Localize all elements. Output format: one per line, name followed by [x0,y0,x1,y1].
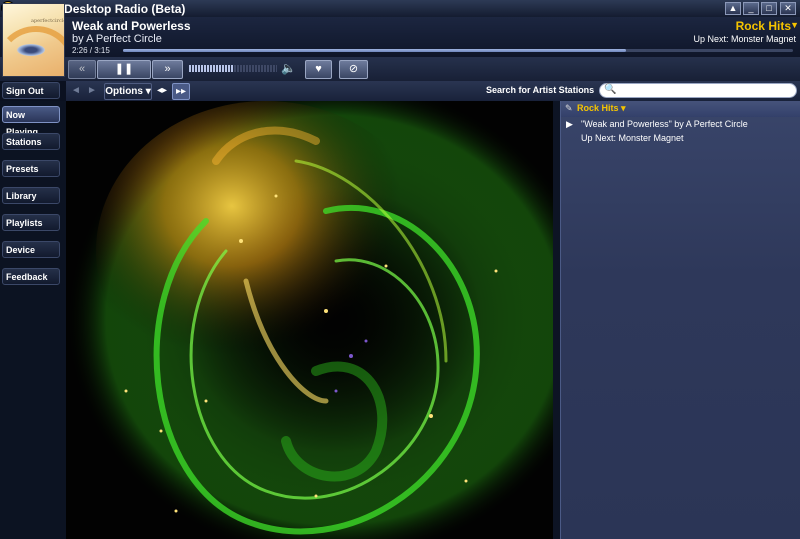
up-next-label: Up Next: Monster Magnet [693,34,796,44]
track-artist: by A Perfect Circle [72,33,162,45]
volume-icon[interactable]: 🔈 [281,61,296,75]
volume-bar-segment [189,65,191,72]
progress-bar[interactable] [123,49,793,52]
volume-bar-segment [258,65,260,72]
album-art: aperfectcircle [2,3,65,77]
up-next-item: Up Next: Monster Magnet [581,133,684,143]
volume-bar-segment [228,65,230,72]
current-track-item[interactable]: "Weak and Powerless" by A Perfect Circle [581,119,748,129]
forward-icon[interactable]: ► [86,83,98,98]
artist-search-input[interactable] [599,83,797,98]
volume-bar-segment [222,65,224,72]
sign-out-button[interactable]: Sign Out [2,82,60,99]
rewind-icon[interactable]: « [68,60,96,79]
volume-slider[interactable] [189,65,277,72]
chevron-down-icon[interactable]: ▼ [790,20,799,30]
volume-bar-segment [267,65,269,72]
volume-bar-segment [273,65,275,72]
track-title: Weak and Powerless [72,19,191,33]
volume-bar-segment [213,65,215,72]
station-tag-icon: ✎ [565,103,573,113]
volume-bar-segment [225,65,227,72]
search-icon: 🔍 [604,84,617,95]
volume-bar-segment [240,65,242,72]
volume-bar-segment [270,65,272,72]
volume-bar-segment [276,65,277,72]
nav-presets[interactable]: Presets [2,160,60,177]
pause-button[interactable]: ❚❚ [97,60,151,79]
volume-bar-segment [252,65,254,72]
volume-bar-segment [204,65,206,72]
back-icon[interactable]: ◄ [70,83,82,98]
volume-bar-segment [246,65,248,72]
volume-bar-segment [237,65,239,72]
nav-library[interactable]: Library [2,187,60,204]
sidebar: Now Playing Stations Presets Library Pla… [0,101,66,539]
collapse-icon[interactable]: ◂▸ [154,83,170,98]
options-menu[interactable]: Options ▾ [104,83,152,100]
nav-now-playing[interactable]: Now Playing [2,106,60,137]
panel-station-dropdown[interactable]: Rock Hits ▾ [577,103,626,114]
volume-bar-segment [219,65,221,72]
progress-fill [123,49,626,52]
playback-controls: « ❚❚ » 🔈 ♥ ⊘ [0,57,800,81]
minimize-button[interactable]: _ [743,2,759,15]
volume-bar-segment [210,65,212,72]
skip-button[interactable]: » [152,60,183,79]
nav-feedback[interactable]: Feedback [2,268,60,285]
playing-icon: ▶ [566,119,573,129]
close-button[interactable]: ✕ [780,2,796,15]
title-bar: Slacker Desktop Radio (Beta) ▲ _ □ ✕ [0,0,800,18]
volume-bar-segment [198,65,200,72]
nav-stations[interactable]: Stations [2,133,60,150]
expand-icon[interactable]: ▸▸ [172,83,190,100]
panel-splitter[interactable] [553,101,560,539]
volume-bar-segment [231,65,233,72]
heart-icon[interactable]: ♥ [305,60,332,79]
station-dropdown[interactable]: Rock Hits [736,19,791,33]
volume-bar-segment [201,65,203,72]
minimize-to-tray-button[interactable]: ▲ [725,2,741,15]
volume-bar-segment [192,65,194,72]
maximize-button[interactable]: □ [761,2,777,15]
volume-bar-segment [195,65,197,72]
volume-bar-segment [261,65,263,72]
volume-bar-segment [255,65,257,72]
sub-toolbar: ◄ ► Options ▾ ◂▸ ▸▸ Search for Artist St… [66,81,800,101]
volume-bar-segment [216,65,218,72]
visualizer-graphic [66,101,553,539]
volume-bar-segment [243,65,245,72]
nav-device[interactable]: Device [2,241,60,258]
playlist-panel: ✎ Rock Hits ▾ ▶ "Weak and Powerless" by … [560,101,800,539]
playlist-panel-header: ✎ Rock Hits ▾ [561,101,800,117]
music-visualizer [66,101,553,539]
search-label: Search for Artist Stations [486,85,595,95]
volume-bar-segment [249,65,251,72]
volume-bar-segment [207,65,209,72]
track-time: 2:26 / 3:15 [72,46,110,55]
album-art-text: aperfectcircle [31,18,65,24]
volume-bar-segment [264,65,266,72]
ban-icon[interactable]: ⊘ [339,60,368,79]
now-playing-header: Weak and Powerless by A Perfect Circle 2… [0,17,800,57]
volume-bar-segment [234,65,236,72]
signout-bar: Sign Out [0,81,66,101]
nav-playlists[interactable]: Playlists [2,214,60,231]
